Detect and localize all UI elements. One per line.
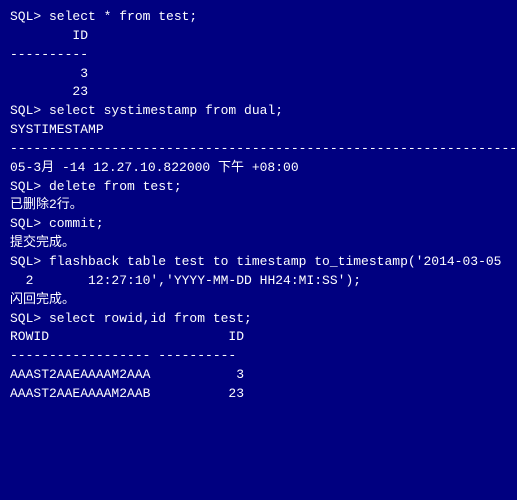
terminal-line-out3: 闪回完成。: [10, 291, 507, 310]
terminal-line-cmd5a: SQL> flashback table test to timestamp t…: [10, 253, 507, 272]
terminal-line-sep1: ----------: [10, 46, 507, 65]
terminal-line-cmd6: SQL> select rowid,id from test;: [10, 310, 507, 329]
terminal-line-out1: 已删除2行。: [10, 196, 507, 215]
terminal-line-cmd3: SQL> delete from test;: [10, 178, 507, 197]
terminal-line-cmd1: SQL> select * from test;: [10, 8, 507, 27]
terminal-line-cmd5b: 2 12:27:10','YYYY-MM-DD HH24:MI:SS');: [10, 272, 507, 291]
terminal-line-row1b: AAAST2AAEAAAAM2AAB 23: [10, 385, 507, 404]
terminal-line-val2: 23: [10, 83, 507, 102]
terminal-line-col1: ID: [10, 27, 507, 46]
terminal-window: SQL> select * from test; ID---------- 3 …: [10, 8, 507, 404]
terminal-line-sep2: ----------------------------------------…: [10, 140, 507, 159]
terminal-line-out2: 提交完成。: [10, 234, 507, 253]
terminal-line-cmd2: SQL> select systimestamp from dual;: [10, 102, 507, 121]
terminal-line-col3: ROWID ID: [10, 328, 507, 347]
terminal-line-val1: 3: [10, 65, 507, 84]
terminal-line-col2: SYSTIMESTAMP: [10, 121, 507, 140]
terminal-line-val3: 05-3月 -14 12.27.10.822000 下午 +08:00: [10, 159, 507, 178]
terminal-line-row1a: AAAST2AAEAAAAM2AAA 3: [10, 366, 507, 385]
terminal-line-cmd4: SQL> commit;: [10, 215, 507, 234]
terminal-line-sep3: ------------------ ----------: [10, 347, 507, 366]
